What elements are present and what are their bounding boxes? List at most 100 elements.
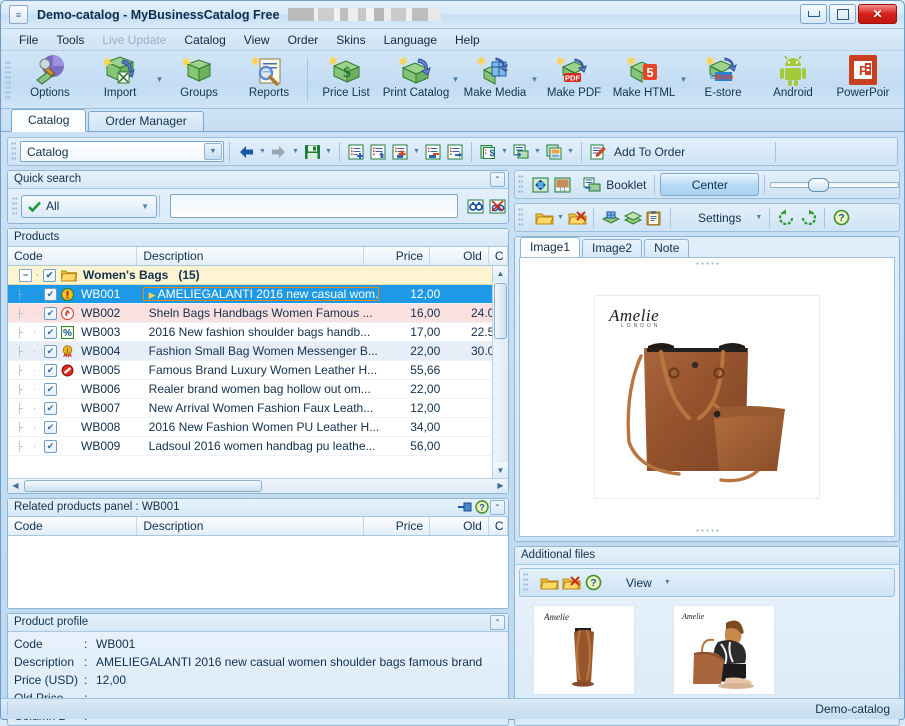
- image-tab-image2[interactable]: Image2: [582, 239, 643, 257]
- open-folder-icon[interactable]: [533, 207, 555, 228]
- table-row[interactable]: ├ · ✔ WB005 Famous Brand Luxury Women Leathe…: [8, 361, 508, 380]
- ribbon-chevron-down-icon[interactable]: ▼: [679, 53, 688, 106]
- chevron-down-icon[interactable]: ▼: [141, 202, 149, 211]
- view-chevron-down-icon[interactable]: ▼: [662, 572, 673, 593]
- ribbon-chevron-down-icon[interactable]: ▼: [530, 53, 539, 106]
- menu-item-file[interactable]: File: [10, 31, 47, 49]
- binoculars-clear-icon[interactable]: [486, 196, 508, 217]
- tab-order-manager[interactable]: Order Manager: [88, 111, 204, 131]
- row-checkbox[interactable]: ✔: [44, 363, 57, 377]
- menu-item-help[interactable]: Help: [446, 31, 489, 49]
- rotate-left-icon[interactable]: [775, 207, 797, 228]
- copy-record-icon[interactable]: [543, 141, 565, 162]
- settings-chevron-down-icon[interactable]: ▼: [753, 207, 764, 228]
- column-header[interactable]: Code: [8, 247, 138, 265]
- settings-label[interactable]: Settings: [698, 211, 741, 225]
- collapse-icon[interactable]: ⌃: [490, 615, 505, 630]
- menu-item-order[interactable]: Order: [279, 31, 328, 49]
- binoculars-find-icon[interactable]: [464, 196, 486, 217]
- actual-size-icon[interactable]: 1:1: [552, 174, 574, 195]
- ribbon-button-make-media[interactable]: Make Media: [460, 52, 530, 107]
- additional-file-thumbnail[interactable]: Amelie: [673, 605, 775, 695]
- add-record-chevron-down-icon[interactable]: ▼: [411, 141, 422, 162]
- save-icon[interactable]: [301, 141, 323, 162]
- group-row[interactable]: − · ✔ Women's Bags (15): [8, 266, 508, 285]
- menu-item-view[interactable]: View: [235, 31, 279, 49]
- forward-dropdown-chevron-down-icon[interactable]: ▼: [290, 141, 301, 162]
- forward-arrow-icon[interactable]: [268, 141, 290, 162]
- scroll-left-icon[interactable]: ◀: [8, 479, 23, 493]
- price-record-chevron-down-icon[interactable]: ▼: [499, 141, 510, 162]
- row-checkbox[interactable]: ✔: [44, 420, 57, 434]
- delete-record-icon[interactable]: [422, 141, 444, 162]
- collapse-icon[interactable]: ⌃: [490, 172, 505, 187]
- stage-grip-top[interactable]: [695, 261, 719, 266]
- booklet-icon[interactable]: [582, 174, 604, 195]
- back-dropdown-chevron-down-icon[interactable]: ▼: [257, 141, 268, 162]
- table-row[interactable]: ├ · ✔ WB006 Realer brand women bag hollow ou…: [8, 380, 508, 399]
- collapse-icon[interactable]: ⌃: [490, 499, 505, 515]
- search-input[interactable]: [170, 194, 458, 218]
- column-header[interactable]: Description: [137, 247, 364, 265]
- product-main-image[interactable]: Amelie LONDON: [594, 295, 820, 499]
- row-checkbox[interactable]: ✔: [44, 439, 57, 453]
- ribbon-button-price-list[interactable]: $ Price List: [311, 52, 381, 107]
- minimize-button[interactable]: [800, 4, 827, 24]
- zoom-slider-handle[interactable]: [808, 177, 830, 192]
- column-header[interactable]: C: [489, 516, 508, 535]
- scroll-up-icon[interactable]: ▲: [493, 266, 508, 281]
- help-icon[interactable]: ?: [475, 500, 489, 520]
- quick-search-grip[interactable]: [12, 196, 17, 216]
- additional-files-toolbar-grip[interactable]: [523, 572, 528, 593]
- toolbar-grip[interactable]: [5, 59, 11, 100]
- close-button[interactable]: ✕: [858, 4, 897, 24]
- post-record-icon[interactable]: [444, 141, 466, 162]
- scroll-down-icon[interactable]: ▼: [493, 462, 508, 478]
- products-horizontal-scrollbar[interactable]: ◀ ▶: [8, 477, 508, 493]
- table-row[interactable]: ├ · ✔ WB008 2016 New Fashion Women PU Leathe…: [8, 418, 508, 437]
- image-tab-image1[interactable]: Image1: [520, 237, 581, 257]
- save-dropdown-chevron-down-icon[interactable]: ▼: [323, 141, 334, 162]
- image-toolbar-grip[interactable]: [518, 207, 523, 228]
- maximize-button[interactable]: [829, 4, 856, 24]
- new-record-icon[interactable]: [345, 141, 367, 162]
- duplicate-record-icon[interactable]: [367, 141, 389, 162]
- ribbon-button-options[interactable]: Options: [15, 52, 85, 107]
- open-folder-icon[interactable]: [538, 572, 560, 593]
- column-header[interactable]: Code: [8, 516, 138, 535]
- price-record-icon[interactable]: $: [477, 141, 499, 162]
- ribbon-chevron-down-icon[interactable]: ▼: [155, 53, 164, 106]
- group-record-chevron-down-icon[interactable]: ▼: [532, 141, 543, 162]
- menu-item-catalog[interactable]: Catalog: [175, 31, 234, 49]
- catalog-selector[interactable]: Catalog ▼: [20, 141, 224, 162]
- booklet-label[interactable]: Booklet: [606, 178, 646, 192]
- view-label[interactable]: View: [626, 576, 652, 590]
- column-header[interactable]: Price (USD): [364, 516, 431, 551]
- image-tab-note[interactable]: Note: [644, 239, 690, 257]
- pin-icon[interactable]: [457, 501, 472, 519]
- row-checkbox[interactable]: ✔: [44, 382, 57, 396]
- add-to-order-icon[interactable]: [587, 141, 609, 162]
- column-header[interactable]: C: [489, 247, 508, 265]
- system-menu-icon[interactable]: ≡: [9, 5, 28, 24]
- add-to-order-label[interactable]: Add To Order: [614, 145, 685, 159]
- ribbon-button-powerpoir[interactable]: P PowerPoir: [828, 52, 898, 107]
- menu-item-tools[interactable]: Tools: [47, 31, 93, 49]
- table-row[interactable]: ├ · ✔% WB003 2016 New fashion shoulder bags …: [8, 323, 508, 342]
- tab-catalog[interactable]: Catalog: [11, 109, 87, 132]
- preview-toolbar-grip[interactable]: [518, 174, 523, 195]
- ribbon-button-make-html[interactable]: 5 Make HTML: [609, 52, 679, 107]
- related-grid[interactable]: [8, 535, 508, 608]
- column-header[interactable]: Description: [137, 516, 364, 535]
- ribbon-button-android[interactable]: Android: [758, 52, 828, 107]
- ribbon-button-import[interactable]: Import: [85, 52, 155, 107]
- paste-icon[interactable]: [643, 207, 665, 228]
- fit-to-window-icon[interactable]: [530, 174, 552, 195]
- group-checkbox[interactable]: ✔: [43, 268, 56, 282]
- row-checkbox[interactable]: ✔: [44, 401, 57, 415]
- record-toolbar-grip[interactable]: [11, 141, 16, 162]
- copy-record-chevron-down-icon[interactable]: ▼: [565, 141, 576, 162]
- row-checkbox[interactable]: ✔: [44, 344, 57, 358]
- delete-file-icon[interactable]: [560, 572, 582, 593]
- row-checkbox[interactable]: ✔: [44, 306, 57, 320]
